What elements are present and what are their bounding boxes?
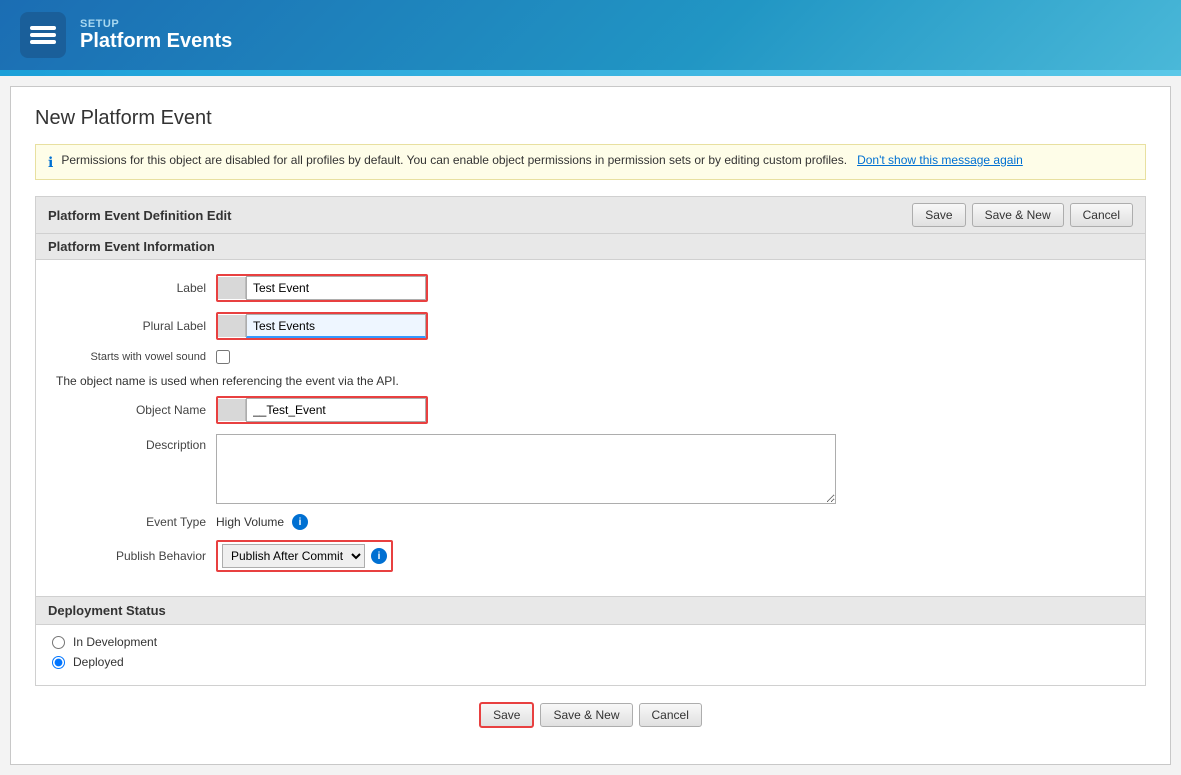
accent-bar (0, 70, 1181, 76)
label-field-label: Label (56, 281, 216, 295)
event-type-row: Event Type High Volume i (56, 514, 1125, 530)
bottom-cancel-button[interactable]: Cancel (639, 703, 702, 727)
info-icon: ℹ (48, 154, 53, 171)
deployed-row: Deployed (52, 655, 1129, 669)
label-row: Label (56, 274, 1125, 302)
in-development-row: In Development (52, 635, 1129, 649)
top-cancel-button[interactable]: Cancel (1070, 203, 1133, 227)
info-subsection-title: Platform Event Information (36, 234, 1145, 259)
setup-label: SETUP (80, 18, 232, 30)
object-name-input[interactable] (246, 398, 426, 422)
bottom-bar: Save Save & New Cancel (35, 686, 1146, 744)
description-row: Description (56, 434, 1125, 504)
publish-info-icon[interactable]: i (371, 548, 387, 564)
page-content: New Platform Event ℹ Permissions for thi… (11, 87, 1170, 764)
object-prefix-box (218, 399, 246, 421)
outer-container: New Platform Event ℹ Permissions for thi… (10, 86, 1171, 765)
in-development-radio[interactable] (52, 636, 65, 649)
in-development-label: In Development (73, 635, 157, 649)
vowel-sound-row: Starts with vowel sound (56, 350, 1125, 364)
plural-label-input[interactable] (246, 314, 426, 338)
definition-section-header: Platform Event Definition Edit Save Save… (36, 197, 1145, 234)
top-save-new-button[interactable]: Save & New (972, 203, 1064, 227)
definition-section-title: Platform Event Definition Edit (48, 208, 231, 223)
deployed-radio[interactable] (52, 656, 65, 669)
api-note: The object name is used when referencing… (56, 374, 1125, 388)
plural-label-row: Plural Label (56, 312, 1125, 340)
deployment-section-header: Deployment Status (36, 597, 1145, 625)
publish-behavior-row: Publish Behavior Publish After Commit Pu… (56, 540, 1125, 572)
vowel-sound-label: Starts with vowel sound (56, 351, 216, 363)
deployment-body: In Development Deployed (36, 625, 1145, 685)
page-title: New Platform Event (35, 107, 1146, 130)
info-banner: ℹ Permissions for this object are disabl… (35, 144, 1146, 180)
plural-label-field-label: Plural Label (56, 319, 216, 333)
publish-behavior-select[interactable]: Publish After Commit Publish Immediately (222, 544, 365, 568)
publish-behavior-label: Publish Behavior (56, 549, 216, 563)
deployment-title: Deployment Status (48, 603, 166, 618)
bottom-save-new-button[interactable]: Save & New (540, 703, 632, 727)
header-icon (20, 12, 66, 58)
label-prefix-box (218, 277, 246, 299)
description-label: Description (56, 434, 216, 452)
form-body: Label Plural Label Starts wi (36, 260, 1145, 596)
object-name-row: Object Name (56, 396, 1125, 424)
plural-prefix-box (218, 315, 246, 337)
object-name-field-wrapper (216, 396, 428, 424)
object-name-label: Object Name (56, 403, 216, 417)
dont-show-link[interactable]: Don't show this message again (857, 153, 1023, 167)
bottom-save-button[interactable]: Save (479, 702, 534, 728)
plural-label-field-wrapper (216, 312, 428, 340)
top-button-group: Save Save & New Cancel (912, 203, 1133, 227)
label-field-wrapper (216, 274, 428, 302)
vowel-sound-checkbox[interactable] (216, 350, 230, 364)
event-type-info-icon[interactable]: i (292, 514, 308, 530)
event-type-value-wrapper: High Volume i (216, 514, 308, 530)
header-text: SETUP Platform Events (80, 18, 232, 53)
label-input[interactable] (246, 276, 426, 300)
header-title: Platform Events (80, 30, 232, 53)
deployment-section: Deployment Status In Development Deploye… (35, 597, 1146, 686)
deployed-label: Deployed (73, 655, 124, 669)
event-type-value: High Volume (216, 515, 284, 529)
publish-behavior-wrapper: Publish After Commit Publish Immediately… (216, 540, 393, 572)
info-banner-text: Permissions for this object are disabled… (61, 153, 1022, 167)
header: SETUP Platform Events (0, 0, 1181, 70)
event-type-label: Event Type (56, 515, 216, 529)
definition-section: Platform Event Definition Edit Save Save… (35, 196, 1146, 597)
top-save-button[interactable]: Save (912, 203, 965, 227)
description-textarea[interactable] (216, 434, 836, 504)
